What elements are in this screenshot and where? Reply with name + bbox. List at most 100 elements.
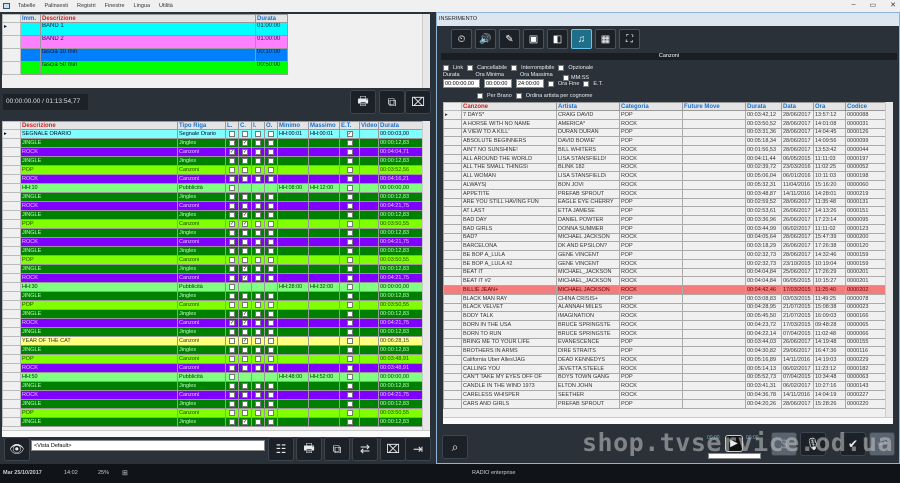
c-checkbox[interactable]: ✓ <box>242 148 248 155</box>
row-header[interactable] <box>2 228 21 238</box>
col-canzone[interactable]: Canzone <box>461 102 557 111</box>
playlist-hscroll[interactable] <box>2 430 430 437</box>
col-descrizione[interactable]: Descrizione <box>40 14 256 23</box>
l-checkbox[interactable] <box>229 364 235 371</box>
playlist-row[interactable]: JINGLE Jingles 00:00:12,83 <box>2 156 423 166</box>
o-checkbox[interactable] <box>268 319 274 326</box>
i-checkbox[interactable] <box>255 238 261 245</box>
row-header[interactable] <box>443 127 462 138</box>
opzionale-checkbox[interactable] <box>558 64 565 71</box>
i-checkbox[interactable] <box>255 337 261 344</box>
playlist-row[interactable]: POP Canzoni 00:03:50,55 <box>2 408 423 418</box>
row-header[interactable] <box>2 174 21 184</box>
c-checkbox[interactable] <box>242 328 248 335</box>
row-header[interactable] <box>2 273 21 283</box>
row-header[interactable] <box>443 337 462 348</box>
l-checkbox[interactable] <box>229 373 235 380</box>
row-header[interactable] <box>443 118 462 129</box>
l-checkbox[interactable]: ✓ <box>229 220 235 227</box>
exit-button[interactable]: ⇥ <box>405 437 431 461</box>
row-header[interactable] <box>443 390 462 400</box>
menu-registri[interactable]: Registri <box>77 3 96 9</box>
et-checkbox[interactable] <box>346 238 353 245</box>
col-codice[interactable]: Codice <box>845 102 886 111</box>
l-checkbox[interactable] <box>229 157 235 164</box>
playlist-row[interactable]: ROCK Canzoni ✓ ✓ 00:04:21,75 <box>2 318 423 328</box>
col-durata[interactable]: Durata <box>255 14 288 23</box>
col-descrizione[interactable]: Descrizione <box>20 121 178 130</box>
i-checkbox[interactable] <box>255 256 261 263</box>
playlist-row[interactable]: HH:50 Pubblicità HH:48:00 HH:52:00 00:00:00,… <box>2 372 423 382</box>
c-checkbox[interactable]: ✓ <box>242 337 248 344</box>
row-header[interactable] <box>443 398 462 409</box>
i-checkbox[interactable] <box>255 265 261 272</box>
row-header[interactable] <box>2 282 21 292</box>
c-checkbox[interactable]: ✓ <box>242 319 248 326</box>
col-video[interactable]: Video <box>359 121 379 130</box>
music-file-tool-button[interactable]: ♫ <box>571 29 592 49</box>
row-header[interactable] <box>2 246 21 256</box>
c-checkbox[interactable]: ✓ <box>242 211 248 218</box>
row-header[interactable] <box>443 320 462 330</box>
row-header[interactable] <box>443 363 462 374</box>
c-checkbox[interactable]: ✓ <box>242 139 248 146</box>
i-checkbox[interactable] <box>255 409 261 416</box>
song-row[interactable]: A VIEW TO A KILL' DURAN DURAN POP 00:03:31,… <box>443 127 886 138</box>
row-header[interactable] <box>2 390 21 400</box>
clock-tool-button[interactable]: ⏲ <box>451 29 472 49</box>
o-checkbox[interactable] <box>268 148 274 155</box>
col-o[interactable]: O. <box>264 121 278 130</box>
song-row[interactable]: CARELESS WHISPER SEETHER ROCK 00:04:36,78 14… <box>443 390 886 400</box>
et-checkbox[interactable] <box>346 418 353 425</box>
c-checkbox[interactable] <box>242 382 248 389</box>
o-checkbox[interactable] <box>268 391 274 398</box>
c-checkbox[interactable] <box>242 301 248 308</box>
playlist-row[interactable]: JINGLE Jingles 00:00:12,83 <box>2 345 423 355</box>
playlist-row[interactable]: POP Canzoni 00:03:48,91 <box>2 354 423 364</box>
o-checkbox[interactable] <box>268 130 274 137</box>
menu-utilità[interactable]: Utilità <box>159 3 173 9</box>
row-header[interactable] <box>443 232 462 243</box>
row-header[interactable] <box>443 302 462 313</box>
row-header[interactable] <box>2 327 21 337</box>
row-header[interactable] <box>2 408 21 418</box>
row-header[interactable] <box>2 300 21 310</box>
row-header[interactable] <box>2 183 21 193</box>
o-checkbox[interactable] <box>268 139 274 146</box>
interrompibile-checkbox[interactable] <box>511 64 518 71</box>
et-checkbox[interactable] <box>346 364 353 371</box>
playlist-row[interactable]: JINGLE Jingles ✓ 00:00:12,83 <box>2 264 423 274</box>
row-header[interactable] <box>443 328 462 339</box>
c-checkbox[interactable]: ✓ <box>242 418 248 425</box>
row-header[interactable] <box>2 35 21 49</box>
row-header[interactable] <box>2 309 21 319</box>
i-checkbox[interactable] <box>255 355 261 362</box>
song-row[interactable]: BEAT IT MICHAEL_JACKSON ROCK 00:04:04,84 25/… <box>443 267 886 278</box>
o-checkbox[interactable] <box>268 229 274 236</box>
band-row[interactable]: BAND 2 01:00:00 <box>2 35 422 49</box>
playlist-row[interactable]: POP Canzoni ✓ ✓ 00:03:50,55 <box>2 219 423 229</box>
row-header[interactable] <box>443 206 462 216</box>
l-checkbox[interactable] <box>229 193 235 200</box>
col-ora[interactable]: Ora <box>813 102 846 111</box>
et-checkbox[interactable] <box>346 229 353 236</box>
col-et[interactable]: E.T. <box>339 121 360 130</box>
l-checkbox[interactable] <box>229 418 235 425</box>
l-checkbox[interactable] <box>229 274 235 281</box>
c-checkbox[interactable] <box>242 130 248 137</box>
song-row[interactable]: BLACK MAN RAY CHINA CRISIS+ POP 00:03:08,83… <box>443 293 886 304</box>
menu-tabelle[interactable]: Tabelle <box>18 3 35 9</box>
col-massimo[interactable]: Massimo <box>308 121 340 130</box>
search-button[interactable]: ⌕ <box>442 435 468 459</box>
row-header[interactable] <box>443 311 462 321</box>
song-row[interactable]: CAN'T TAKE MY EYES OFF OF BOYS TOWN GANG P… <box>443 372 886 383</box>
playlist-row[interactable]: ROCK Canzoni ✓ 00:04:21,75 <box>2 273 423 283</box>
playlist-row[interactable]: ROCK Canzoni 00:04:21,75 <box>2 201 423 211</box>
playlist-row[interactable]: ROCK Canzoni ✓ ✓ 00:04:04,71 <box>2 147 423 157</box>
o-checkbox[interactable] <box>268 382 274 389</box>
o-checkbox[interactable] <box>268 265 274 272</box>
l-checkbox[interactable] <box>229 328 235 335</box>
row-header[interactable] <box>443 285 462 295</box>
columns-button[interactable]: ☷ <box>268 437 294 461</box>
o-checkbox[interactable] <box>268 238 274 245</box>
